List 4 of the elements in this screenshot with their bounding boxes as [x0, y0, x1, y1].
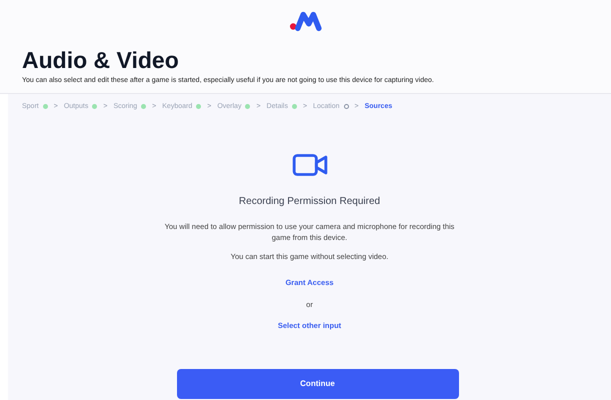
page-title: Audio & Video	[22, 46, 180, 74]
logo-icon	[288, 10, 322, 32]
permission-heading: Recording Permission Required	[238, 195, 380, 209]
continue-button[interactable]: Continue	[176, 369, 458, 399]
